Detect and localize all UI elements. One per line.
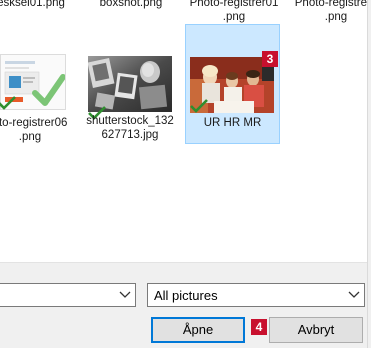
open-button[interactable]: Åpne [151, 317, 245, 343]
file-thumbnail [88, 56, 172, 112]
file-name: shutterstock_132 627713.jpg [86, 115, 174, 141]
window-edge [367, 0, 371, 348]
file-name[interactable]: Photo-registrer0 .png [288, 0, 371, 24]
file-name[interactable]: esksel01.png [0, 0, 66, 10]
cancel-button[interactable]: Avbryt [269, 317, 363, 343]
step-badge: 4 [251, 319, 267, 335]
file-item[interactable]: oto-registrer06 .png [0, 44, 76, 150]
file-name: oto-registrer06 .png [0, 117, 68, 143]
open-file-dialog: esksel01.png boxshot.png Photo-registrer… [0, 0, 371, 348]
dialog-footer: All pictures Åpne 4 Avbryt [0, 262, 371, 348]
filename-combobox[interactable] [0, 283, 136, 307]
checkmark-icon [190, 99, 208, 113]
checkmark-icon [0, 96, 16, 110]
file-name[interactable]: Photo-registrer01 .png [186, 0, 282, 24]
file-grid[interactable]: esksel01.png boxshot.png Photo-registrer… [0, 0, 371, 262]
chevron-down-icon[interactable] [348, 290, 360, 300]
file-item-selected[interactable]: UR HR MR 3 [185, 24, 280, 144]
file-type-value: All pictures [154, 288, 218, 303]
file-type-select[interactable]: All pictures [147, 283, 365, 307]
file-name: UR HR MR [203, 117, 262, 129]
chevron-down-icon[interactable] [119, 290, 131, 300]
file-name[interactable]: boxshot.png [96, 0, 166, 10]
step-badge: 3 [262, 51, 278, 67]
file-item[interactable]: shutterstock_132 627713.jpg [82, 44, 176, 150]
